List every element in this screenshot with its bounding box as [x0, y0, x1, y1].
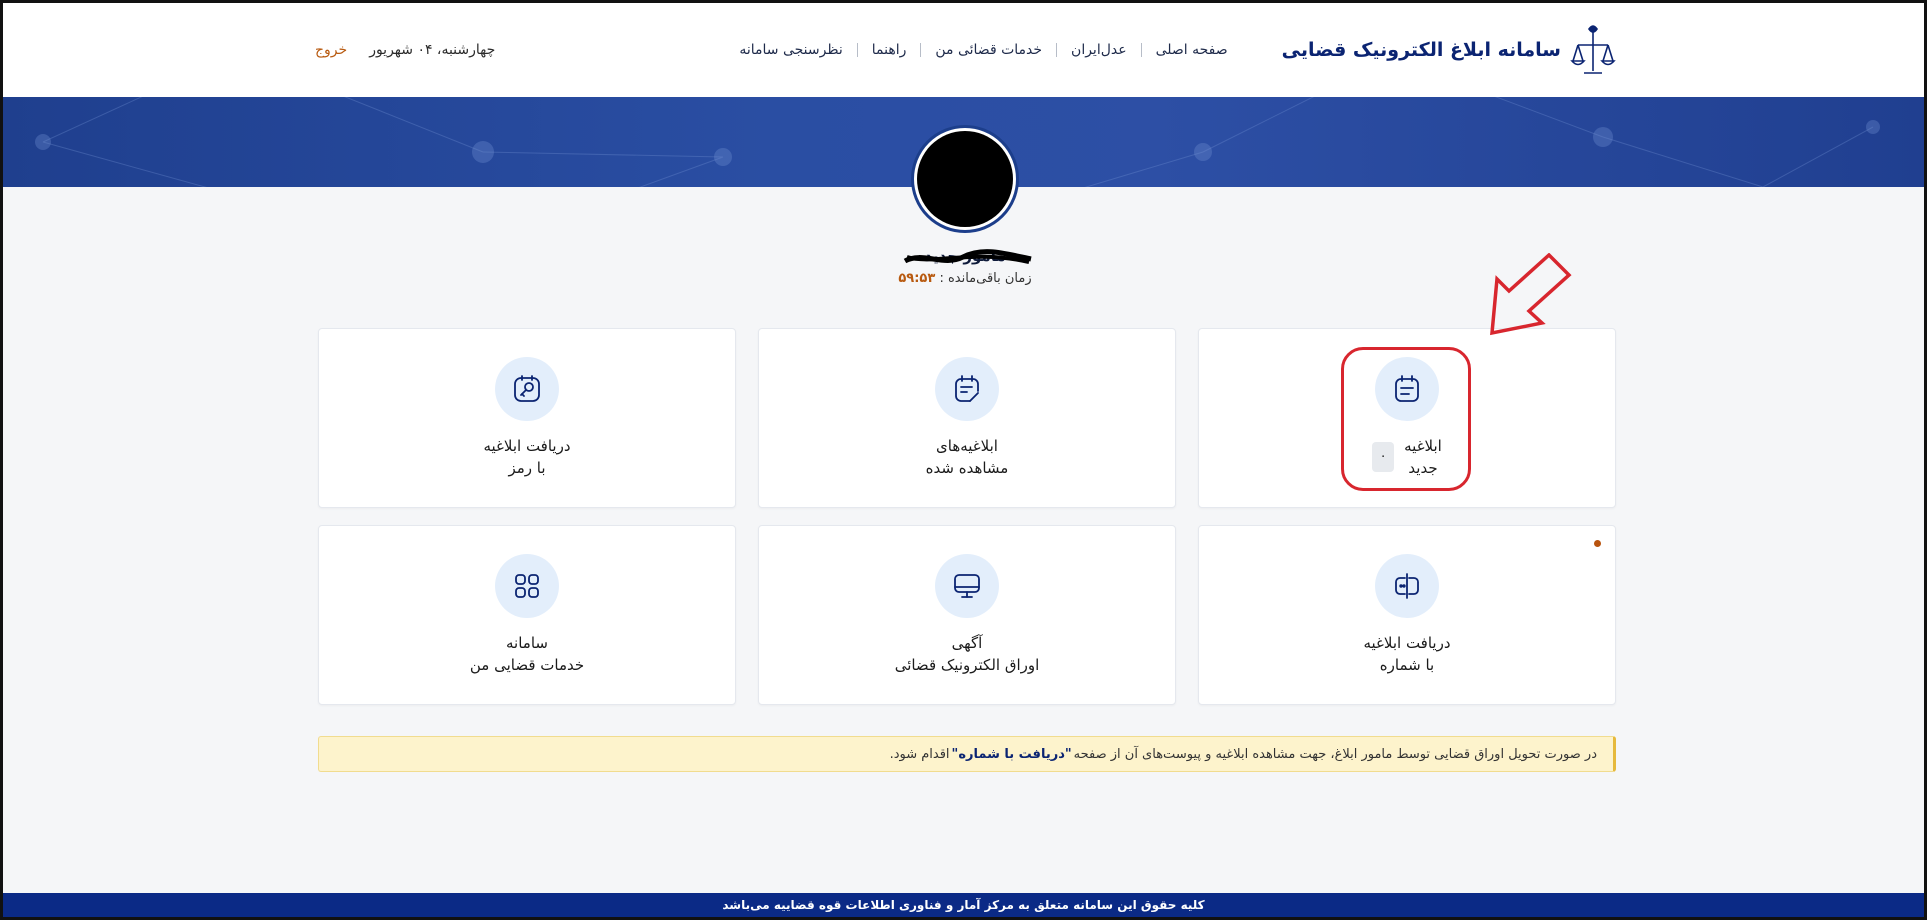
card-label-line: اوراق الکترونیک قضائی: [894, 656, 1040, 674]
header-inner: سامانه ابلاغ الکترونیک قضایی صفحه اصلی ع…: [315, 3, 1617, 97]
notice-link[interactable]: "دریافت با شماره": [952, 747, 1072, 762]
card-receive-by-number-label: دریافت ابلاغیه با شماره: [1363, 632, 1450, 676]
card-label-line: سامانه: [506, 634, 548, 652]
card-my-services-label: سامانه خدمات قضایی من: [470, 632, 584, 676]
card-label-line: با رمز: [508, 459, 546, 477]
monitor-icon: [935, 554, 999, 618]
timer-label: زمان باقی‌مانده :: [939, 271, 1032, 286]
brand[interactable]: سامانه ابلاغ الکترونیک قضایی: [1282, 22, 1617, 78]
card-receive-by-password-label: دریافت ابلاغیه با رمز: [483, 435, 570, 479]
calendar-note-icon: [1375, 357, 1439, 421]
card-viewed-notices[interactable]: ابلاغیه‌های مشاهده شده: [758, 328, 1176, 508]
header-user-area: چهارشنبه، ۰۴ شهریور خروج: [315, 42, 495, 58]
note-pencil-icon: [935, 357, 999, 421]
card-reader-icon: [1375, 554, 1439, 618]
avatar: [917, 131, 1013, 227]
current-date: چهارشنبه، ۰۴ شهریور: [369, 42, 496, 58]
card-label-line: ابلاغیه: [1404, 437, 1442, 455]
arrow-annotation-icon: [1490, 253, 1572, 336]
user-avatar-frame: [911, 125, 1019, 233]
site-title: سامانه ابلاغ الکترونیک قضایی: [1281, 39, 1561, 61]
nav-home[interactable]: صفحه اصلی: [1142, 42, 1242, 58]
info-notice: در صورت تحویل اوراق قضایی توسط مامور ابل…: [318, 736, 1616, 772]
notice-text: در صورت تحویل اوراق قضایی توسط مامور ابل…: [1073, 746, 1597, 762]
notification-dot: [1594, 540, 1601, 547]
card-label-line: ابلاغیه‌های: [936, 437, 998, 455]
card-label-line: دریافت ابلاغیه: [1363, 634, 1451, 652]
card-electronic-docs-label: آگهی اوراق الکترونیک قضائی: [895, 632, 1040, 676]
session-timer: زمان باقی‌مانده : ۵۹:۵۳: [815, 271, 1115, 286]
grid-icon: [495, 554, 559, 618]
nav-survey[interactable]: نظرسنجی سامانه: [725, 42, 856, 58]
nav-adliran[interactable]: عدل‌ایران: [1057, 42, 1141, 58]
card-new-notice-label: ابلاغیه جدید ۰: [1372, 435, 1442, 479]
card-viewed-notices-label: ابلاغیه‌های مشاهده شده: [926, 435, 1009, 479]
card-electronic-docs[interactable]: آگهی اوراق الکترونیک قضائی: [758, 525, 1176, 705]
judiciary-emblem-icon: [1569, 22, 1617, 78]
card-label-line: مشاهده شده: [925, 459, 1009, 477]
key-note-icon: [495, 357, 559, 421]
notice-text-end: اقدام شود.: [889, 746, 950, 762]
card-new-notice[interactable]: ابلاغیه جدید ۰: [1198, 328, 1616, 508]
new-notice-count-badge: ۰: [1372, 442, 1395, 472]
card-label-line: خدمات قضایی من: [469, 656, 585, 674]
header: سامانه ابلاغ الکترونیک قضایی صفحه اصلی ع…: [3, 3, 1924, 97]
card-label-line: آگهی: [951, 634, 983, 652]
nav-divider: [920, 43, 922, 57]
main-nav: صفحه اصلی عدل‌ایران خدمات قضائی من راهنم…: [725, 42, 1241, 58]
card-label-line: دریافت ابلاغیه: [483, 437, 571, 455]
nav-divider: [1140, 43, 1142, 57]
card-receive-by-password[interactable]: دریافت ابلاغیه با رمز: [318, 328, 736, 508]
card-receive-by-number[interactable]: دریافت ابلاغیه با شماره: [1198, 525, 1616, 705]
nav-divider: [856, 43, 858, 57]
copyright-text: کلیه حقوق این سامانه متعلق به مرکز آمار …: [722, 898, 1205, 912]
card-my-services[interactable]: سامانه خدمات قضایی من: [318, 525, 736, 705]
nav-help[interactable]: راهنما: [858, 42, 921, 58]
logout-link[interactable]: خروج: [315, 42, 347, 58]
nav-divider: [1056, 43, 1058, 57]
timer-value: ۵۹:۵۳: [898, 271, 936, 286]
nav-my-services[interactable]: خدمات قضائی من: [921, 42, 1056, 58]
card-label-line: با شماره: [1379, 656, 1435, 674]
card-label-line: جدید: [1408, 459, 1438, 477]
footer: کلیه حقوق این سامانه متعلق به مرکز آمار …: [3, 893, 1924, 917]
name-redaction-mark: [903, 249, 1032, 264]
